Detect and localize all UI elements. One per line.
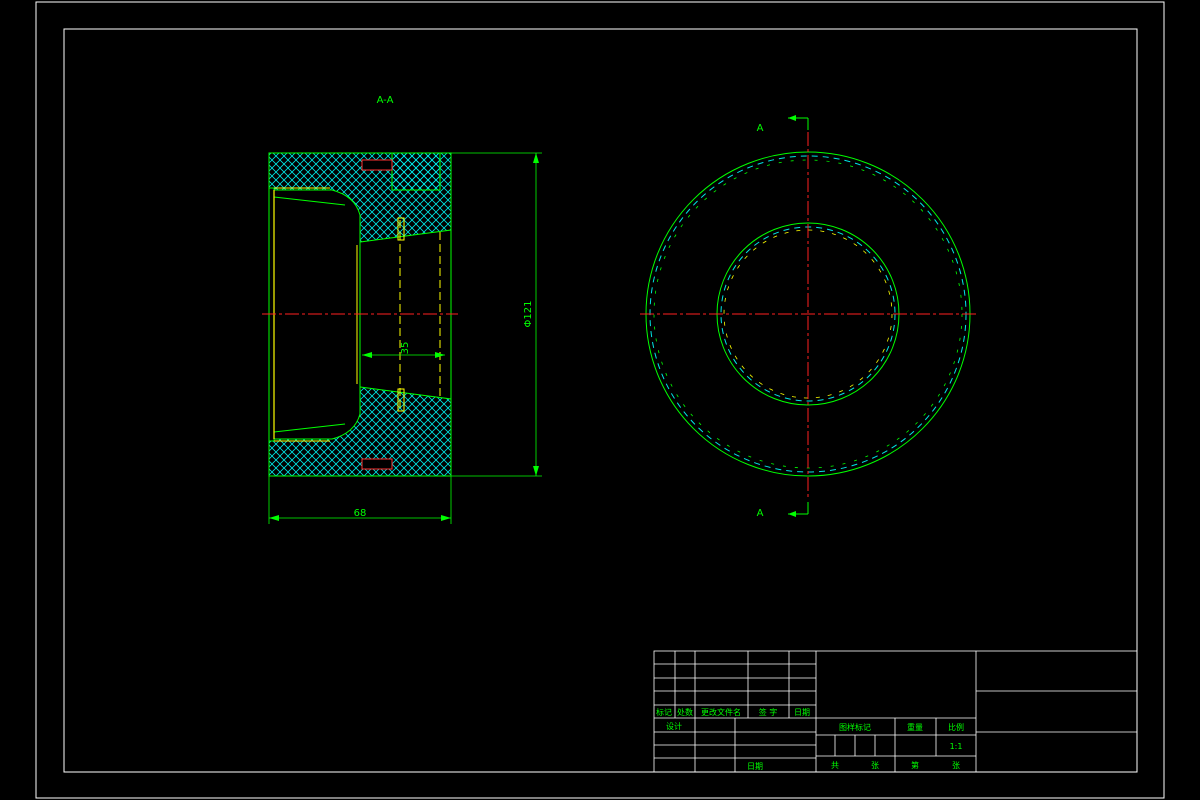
taper-bottom — [273, 423, 346, 433]
dim-inner-arrow-left — [362, 352, 372, 358]
rev-header-sign: 签 字 — [759, 707, 778, 717]
sheet-unit-label: 张 — [871, 761, 879, 770]
scale-label: 比例 — [948, 722, 964, 732]
outer-frame — [35, 1, 1165, 799]
taper-top — [273, 196, 346, 206]
drawing-mark-label: 图样标记 — [839, 722, 871, 732]
scale-value: 1:1 — [950, 742, 963, 751]
slot-top — [361, 159, 393, 171]
rev-header-date: 日期 — [794, 708, 810, 717]
rev-header-file: 更改文件名 — [701, 707, 741, 717]
section-label: A-A — [377, 95, 394, 106]
dim-inner-text: 35 — [400, 342, 411, 355]
rev-header-count: 处数 — [677, 707, 693, 717]
slot-bottom — [361, 458, 393, 470]
dim-length-arrow-left — [269, 515, 279, 521]
cut-mark-top — [788, 117, 809, 130]
cut-mark-top-arrow — [788, 115, 796, 121]
section-hatch-bottom — [268, 386, 452, 477]
sheet-total-label: 共 — [831, 761, 839, 770]
dim-length-arrow-right — [441, 515, 451, 521]
cad-drawing: 68 Φ121 35 A-A A A 标记 处数 更改文件名 签 字 日期 设计… — [35, 1, 1165, 799]
weight-label: 重量 — [907, 722, 923, 732]
groove-top — [391, 152, 441, 191]
front-view: A A — [640, 115, 976, 519]
section-view: 68 Φ121 35 A-A — [262, 95, 542, 524]
dim-dia-arrow-bottom — [533, 466, 539, 476]
cut-label-top: A — [757, 123, 764, 134]
cut-label-bottom: A — [757, 508, 764, 519]
dim-dia-arrow-top — [533, 153, 539, 163]
design-label: 设计 — [666, 721, 682, 731]
sheet-no-unit-label: 张 — [952, 761, 960, 770]
sheet-no-label: 第 — [911, 760, 919, 770]
rev-header-mark: 标记 — [656, 707, 672, 717]
cut-mark-bottom-arrow — [788, 511, 796, 517]
dim-dia-text: Φ121 — [523, 301, 534, 328]
cut-mark-bottom — [788, 502, 809, 515]
title-block-text: 标记 处数 更改文件名 签 字 日期 设计 日期 图样标记 重量 比例 1:1 … — [656, 707, 964, 771]
dim-length-text: 68 — [354, 508, 367, 519]
date-label: 日期 — [747, 762, 763, 771]
